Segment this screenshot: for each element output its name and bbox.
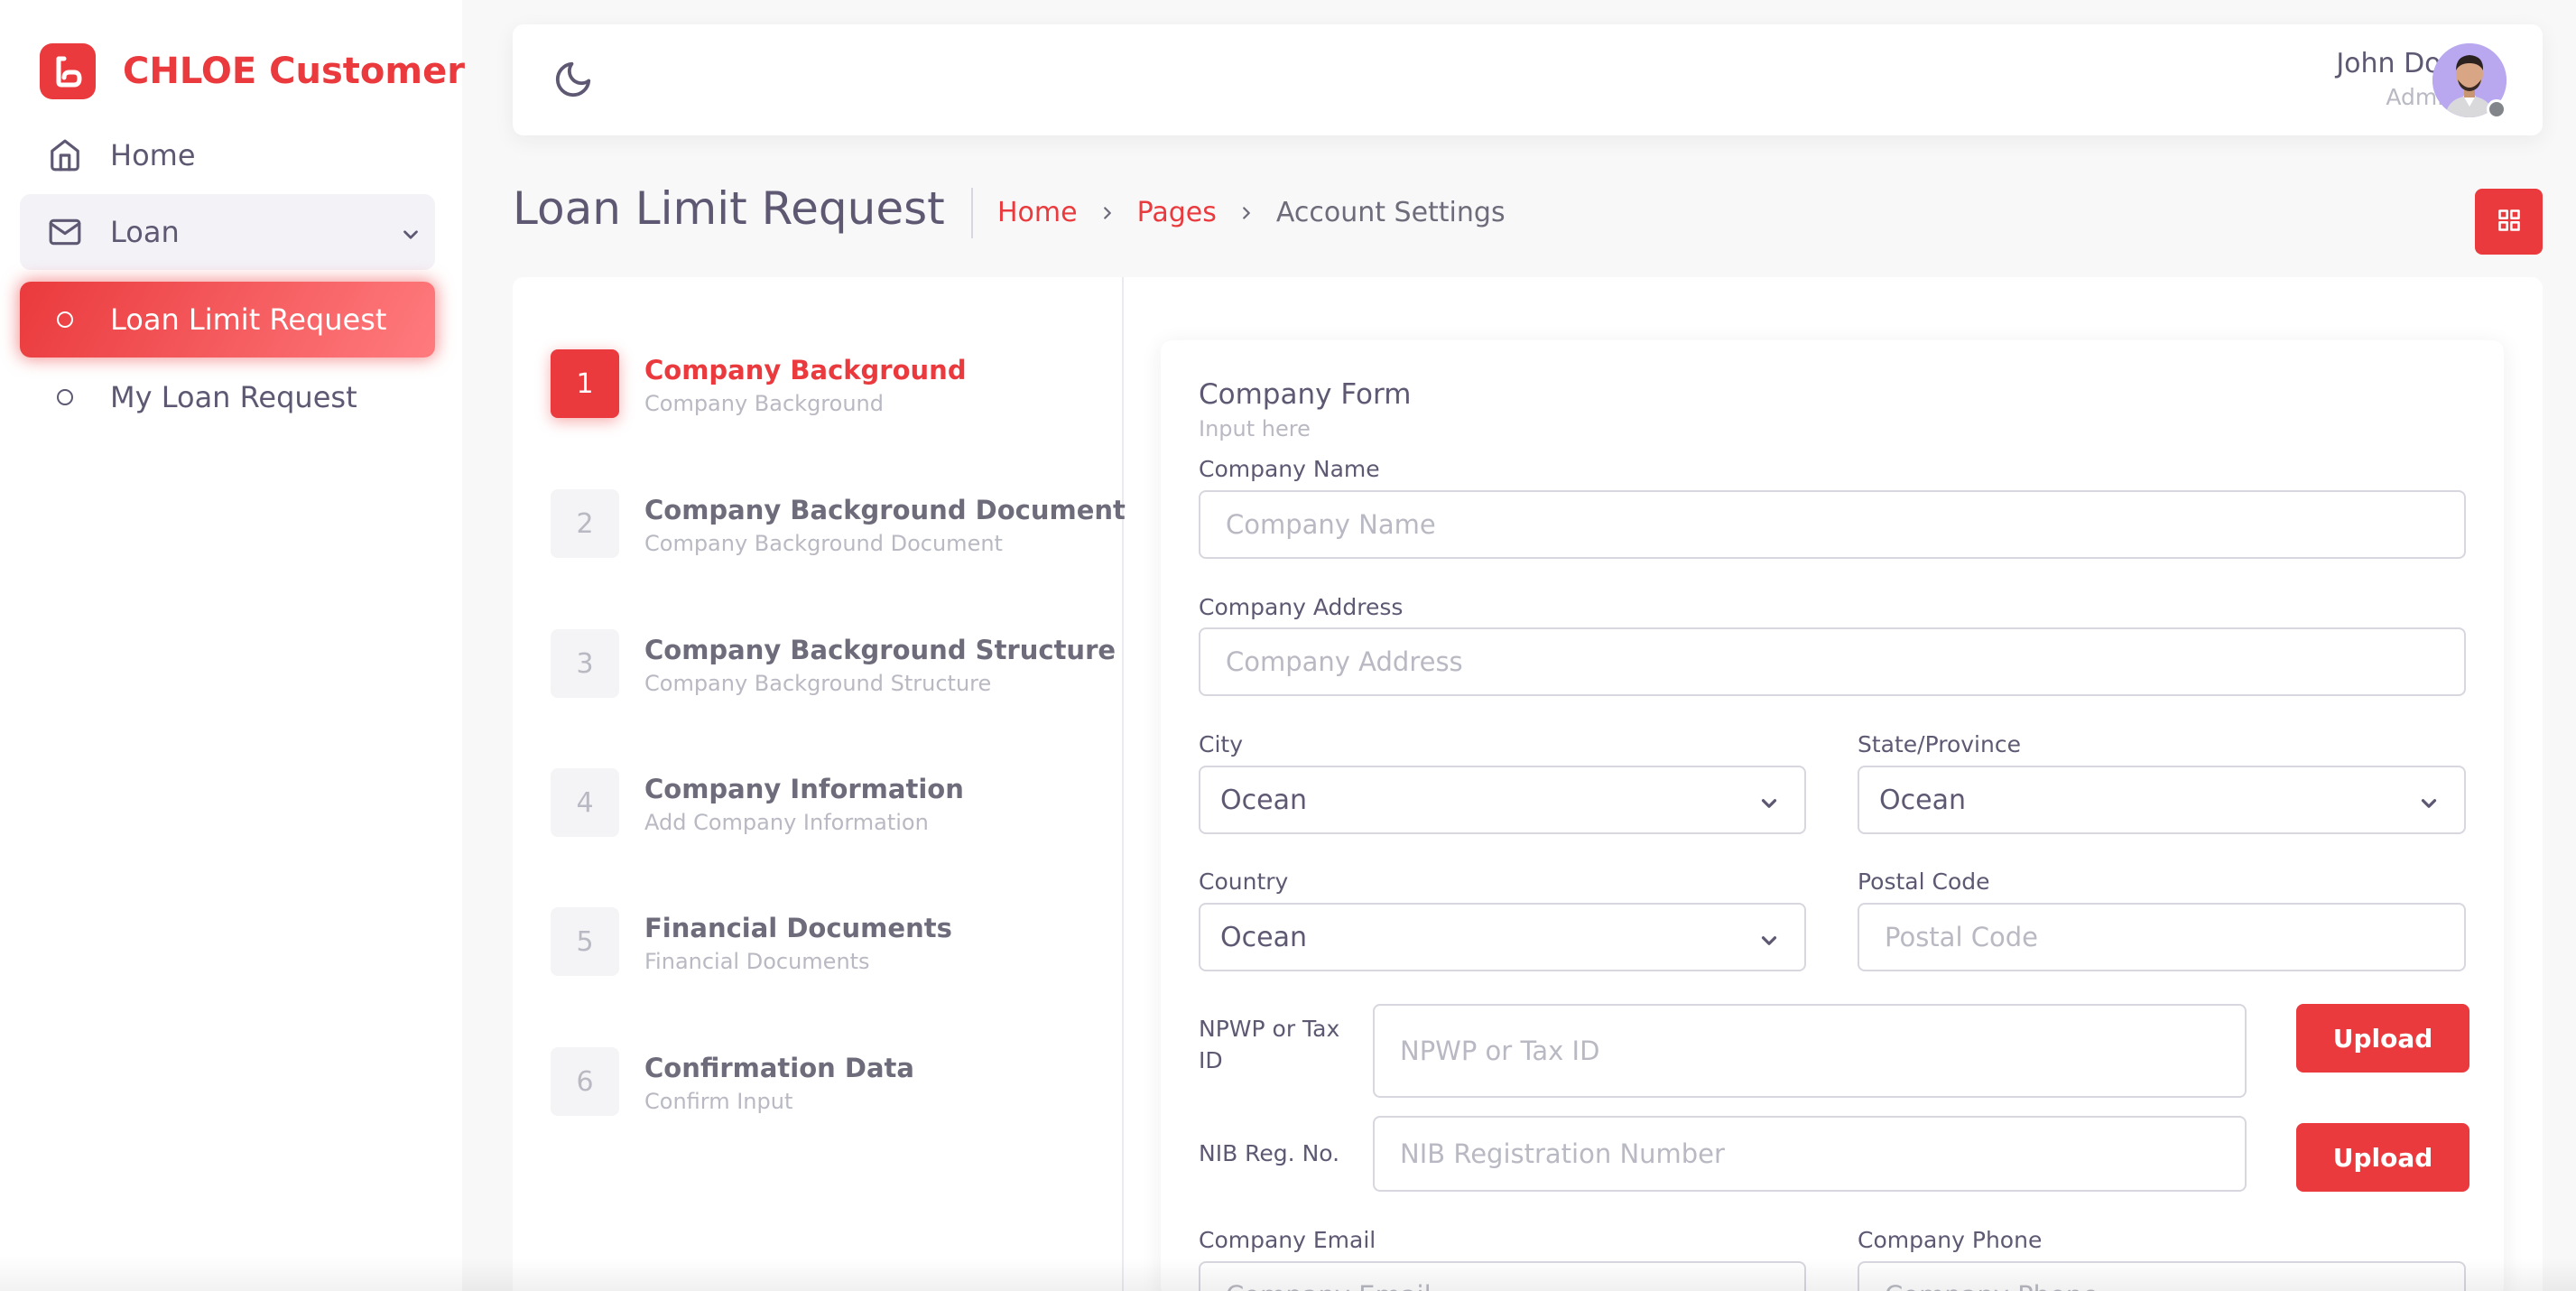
step-number: 2	[551, 489, 619, 558]
sidebar-item-label: Home	[110, 138, 196, 172]
company-form: Company Form Input here Company Name Com…	[1161, 340, 2504, 1291]
chevron-right-icon	[1098, 203, 1117, 223]
step-6[interactable]: 6 Confirmation Data Confirm Input	[551, 1047, 914, 1116]
country-label: Country	[1199, 868, 1289, 895]
chevron-right-icon	[1237, 203, 1256, 223]
step-4[interactable]: 4 Company Information Add Company Inform…	[551, 768, 964, 837]
city-select[interactable]: Ocean	[1199, 766, 1806, 834]
brand-name: CHLOE Customer	[123, 51, 465, 92]
nib-upload-button[interactable]: Upload	[2296, 1123, 2469, 1192]
sidebar-bottom-shadow	[0, 1255, 462, 1291]
company-name-label: Company Name	[1199, 456, 1380, 482]
country-select-value: Ocean	[1220, 921, 1307, 953]
city-select-value: Ocean	[1220, 784, 1307, 816]
company-address-input[interactable]	[1199, 627, 2466, 696]
sidebar-item-my-loan-request[interactable]: My Loan Request	[20, 359, 435, 435]
grid-icon	[2497, 208, 2522, 237]
step-subtitle: Company Background Document	[644, 531, 1003, 556]
step-title: Company Information	[644, 774, 964, 804]
breadcrumb: Home Pages Account Settings	[997, 197, 1506, 228]
sidebar-item-label: My Loan Request	[110, 380, 357, 414]
step-number: 5	[551, 907, 619, 976]
step-subtitle: Company Background	[644, 391, 884, 416]
step-3[interactable]: 3 Company Background Structure Company B…	[551, 629, 1116, 698]
postal-code-label: Postal Code	[1858, 868, 1990, 895]
company-name-input[interactable]	[1199, 490, 2466, 559]
company-address-label: Company Address	[1199, 594, 1404, 620]
step-subtitle: Confirm Input	[644, 1089, 793, 1114]
state-label: State/Province	[1858, 731, 2021, 757]
nib-input[interactable]	[1373, 1116, 2247, 1192]
page-title: Loan Limit Request	[513, 182, 945, 235]
step-number: 6	[551, 1047, 619, 1116]
breadcrumb-home[interactable]: Home	[997, 197, 1078, 228]
npwp-upload-button[interactable]: Upload	[2296, 1004, 2469, 1073]
country-select[interactable]: Ocean	[1199, 903, 1806, 971]
chevron-down-icon	[2417, 791, 2441, 822]
breadcrumb-current: Account Settings	[1275, 197, 1506, 228]
state-select[interactable]: Ocean	[1858, 766, 2466, 834]
step-number: 1	[551, 349, 619, 418]
sidebar: CHLOE Customer Home Loan Loan Limit Requ…	[0, 0, 465, 1291]
chevron-down-icon	[399, 219, 422, 254]
state-select-value: Ocean	[1879, 784, 1966, 816]
brand-logo-icon	[40, 43, 96, 99]
title-divider	[971, 188, 973, 238]
company-email-label: Company Email	[1199, 1227, 1376, 1253]
circle-icon	[20, 311, 110, 328]
step-number: 4	[551, 768, 619, 837]
step-5[interactable]: 5 Financial Documents Financial Document…	[551, 907, 952, 976]
breadcrumb-pages[interactable]: Pages	[1137, 197, 1217, 228]
brand[interactable]: CHLOE Customer	[40, 43, 465, 99]
step-subtitle: Add Company Information	[644, 810, 929, 835]
step-title: Company Background Structure	[644, 635, 1117, 665]
postal-code-input[interactable]	[1858, 903, 2466, 971]
sidebar-item-label: Loan	[110, 215, 180, 249]
npwp-input[interactable]	[1373, 1004, 2247, 1098]
circle-icon	[20, 389, 110, 405]
steps-divider	[1122, 277, 1124, 1291]
sidebar-item-loan-limit-request[interactable]: Loan Limit Request	[20, 282, 435, 358]
moon-icon[interactable]	[552, 59, 594, 104]
city-label: City	[1199, 731, 1243, 757]
top-navbar: John Doe Admin	[513, 24, 2543, 135]
sidebar-item-home[interactable]: Home	[20, 117, 435, 193]
bottom-shadow	[462, 1258, 2576, 1291]
nib-label: NIB Reg. No.	[1199, 1140, 1340, 1166]
step-1[interactable]: 1 Company Background Company Background	[551, 349, 967, 418]
step-title: Confirmation Data	[644, 1053, 914, 1083]
form-title: Company Form	[1199, 378, 1412, 411]
chevron-down-icon	[1757, 791, 1781, 822]
step-subtitle: Company Background Structure	[644, 671, 992, 696]
step-title: Company Background	[644, 355, 967, 385]
status-indicator	[2487, 99, 2507, 119]
npwp-label: NPWP or Tax ID	[1199, 1016, 1340, 1073]
step-title: Company Background Document	[644, 495, 1126, 525]
step-subtitle: Financial Documents	[644, 949, 870, 974]
sidebar-item-label: Loan Limit Request	[110, 302, 387, 337]
step-2[interactable]: 2 Company Background Document Company Ba…	[551, 489, 1126, 558]
step-number: 3	[551, 629, 619, 698]
chevron-down-icon	[1757, 928, 1781, 960]
form-subtitle: Input here	[1199, 416, 1311, 441]
company-phone-label: Company Phone	[1858, 1227, 2043, 1253]
mail-icon	[20, 215, 110, 249]
step-title: Financial Documents	[644, 913, 952, 943]
home-icon	[20, 138, 110, 172]
wizard-card: 1 Company Background Company Background …	[513, 277, 2543, 1291]
grid-menu-button[interactable]	[2475, 189, 2543, 255]
sidebar-item-loan[interactable]: Loan	[20, 194, 435, 270]
